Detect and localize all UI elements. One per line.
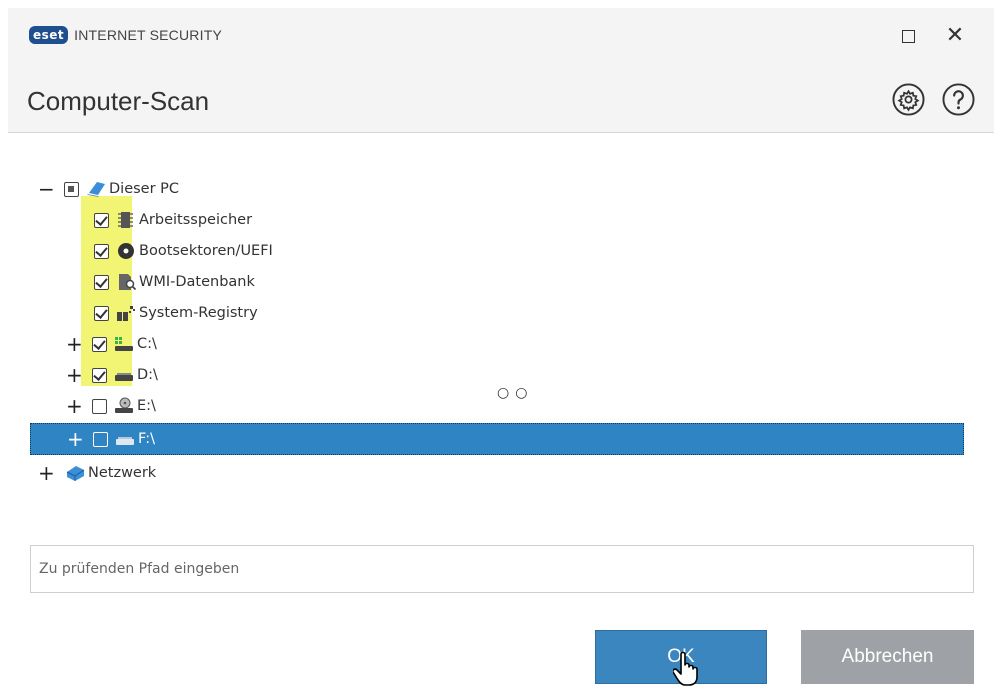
tree-item-bootsektoren[interactable]: Bootsektoren/UEFI	[94, 238, 273, 264]
optical-drive-icon	[115, 397, 133, 413]
tree-item-netzwerk[interactable]: + Netzwerk	[38, 460, 156, 486]
expand-toggle[interactable]: +	[66, 334, 83, 354]
tree-item-label: WMI-Datenbank	[139, 274, 255, 290]
page-title: Computer-Scan	[27, 86, 210, 116]
tree-item-system-registry[interactable]: System-Registry	[94, 300, 258, 326]
gear-icon[interactable]	[892, 83, 925, 116]
tree-checkbox[interactable]	[64, 181, 79, 197]
tree-item-wmi-datenbank[interactable]: WMI-Datenbank	[94, 269, 255, 295]
eset-window: eset INTERNET SECURITY ✕ Computer-Scan −	[8, 8, 994, 698]
path-input[interactable]	[30, 545, 974, 593]
tree-item-label: Arbeitsspeicher	[139, 212, 253, 228]
tree-item-label: F:\	[138, 431, 155, 447]
drive-icon	[116, 437, 134, 445]
expand-toggle[interactable]: +	[66, 365, 83, 385]
help-icon[interactable]	[942, 83, 975, 116]
tree-item-label: System-Registry	[139, 305, 258, 321]
tree-checkbox[interactable]	[93, 431, 108, 447]
scan-target-panel: − Dieser PC Arbeitsspeicher Bootsektoren…	[8, 133, 994, 698]
tree-item-drive-f[interactable]: + F:\	[30, 423, 964, 455]
tree-checkbox[interactable]	[92, 367, 107, 383]
document-search-icon	[119, 274, 137, 291]
tree-item-drive-c[interactable]: + C:\	[66, 331, 157, 357]
expand-toggle[interactable]: +	[66, 396, 83, 416]
tree-item-label: C:\	[137, 336, 157, 352]
tree-item-arbeitsspeicher[interactable]: Arbeitsspeicher	[94, 207, 252, 233]
tree-checkbox[interactable]	[94, 243, 109, 259]
tree-item-label: Netzwerk	[88, 465, 157, 481]
system-drive-icon	[115, 337, 133, 351]
title-bar: eset INTERNET SECURITY ✕	[8, 8, 994, 60]
product-name: INTERNET SECURITY	[74, 27, 222, 43]
tree-checkbox[interactable]	[92, 398, 107, 414]
collapse-toggle[interactable]: −	[38, 179, 55, 199]
disc-icon	[118, 243, 134, 259]
tree-checkbox[interactable]	[92, 336, 107, 352]
tree-item-label: Dieser PC	[109, 181, 180, 197]
computer-icon	[87, 182, 105, 197]
close-button[interactable]: ✕	[945, 25, 965, 47]
tree-checkbox[interactable]	[94, 305, 109, 321]
logo-badge: eset	[29, 26, 69, 44]
registry-icon	[117, 306, 135, 321]
tree-item-label: D:\	[137, 367, 158, 383]
tree-item-dieser-pc[interactable]: − Dieser PC	[38, 176, 179, 202]
tree-item-drive-e[interactable]: + E:\	[66, 393, 156, 419]
hand-pointer-icon	[673, 651, 698, 686]
tree-item-label: E:\	[137, 398, 156, 414]
tree-checkbox[interactable]	[94, 212, 109, 228]
page-header: Computer-Scan	[8, 60, 994, 133]
eset-logo: eset INTERNET SECURITY	[29, 25, 222, 45]
cancel-button[interactable]: Abbrechen	[801, 630, 974, 684]
network-icon	[66, 466, 85, 481]
expand-toggle[interactable]: +	[38, 463, 55, 483]
maximize-button[interactable]	[898, 26, 918, 46]
memory-chip-icon	[118, 212, 133, 228]
expand-toggle[interactable]: +	[67, 429, 84, 449]
maximize-icon	[902, 30, 915, 43]
busy-cursor: ○○	[497, 385, 534, 401]
tree-item-drive-d[interactable]: + D:\	[66, 362, 158, 388]
drive-icon	[115, 373, 133, 381]
tree-item-label: Bootsektoren/UEFI	[139, 243, 273, 259]
tree-checkbox[interactable]	[94, 274, 109, 290]
